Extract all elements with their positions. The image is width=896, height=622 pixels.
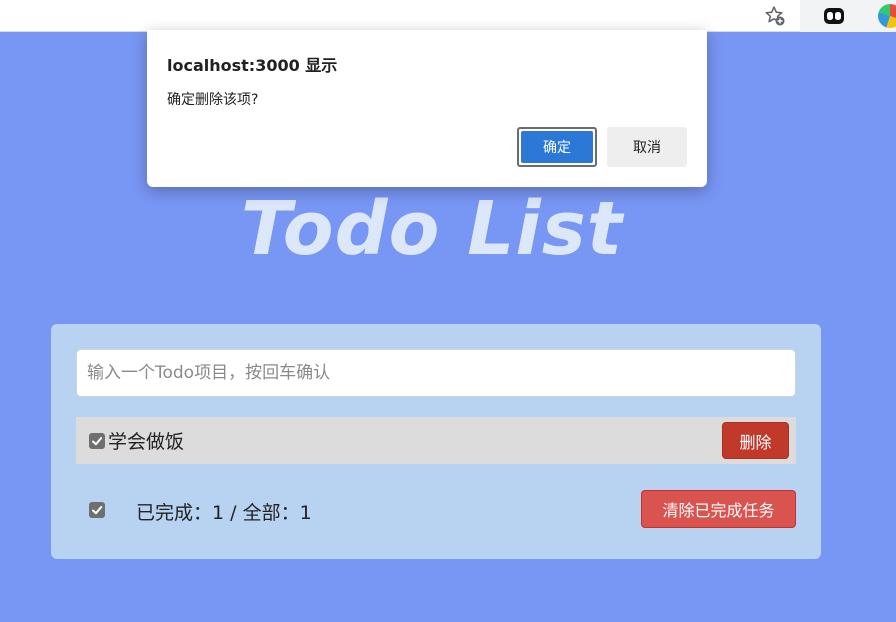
- ok-button[interactable]: 确定: [517, 127, 597, 167]
- delete-button[interactable]: 删除: [722, 422, 789, 459]
- clear-completed-button[interactable]: 清除已完成任务: [641, 490, 796, 528]
- confirm-dialog: localhost:3000 显示 确定删除该项? 确定 取消: [147, 30, 707, 187]
- completed-count: 已完成：1 / 全部：1: [136, 502, 312, 524]
- ok-button-label: 确定: [521, 131, 593, 163]
- todo-item: 学会做饭 删除: [76, 417, 796, 464]
- browser-toolbar: [0, 0, 896, 32]
- todo-panel: 学会做饭 删除 已完成：1 / 全部：1 清除已完成任务: [51, 324, 821, 559]
- extension-icon-2[interactable]: [878, 4, 896, 28]
- checkmark-icon: [92, 506, 103, 515]
- todo-input[interactable]: [76, 349, 796, 397]
- check-all-checkbox[interactable]: [89, 502, 105, 518]
- page-title: Todo List: [240, 186, 624, 272]
- cancel-button[interactable]: 取消: [607, 127, 687, 167]
- checkmark-icon: [92, 436, 103, 445]
- todo-text: 学会做饭: [108, 431, 185, 453]
- dialog-message: 确定删除该项?: [167, 92, 259, 108]
- dialog-title: localhost:3000 显示: [167, 56, 338, 75]
- star-add-icon[interactable]: [762, 3, 788, 29]
- todo-checkbox[interactable]: [89, 432, 105, 449]
- extension-icon[interactable]: [822, 4, 846, 28]
